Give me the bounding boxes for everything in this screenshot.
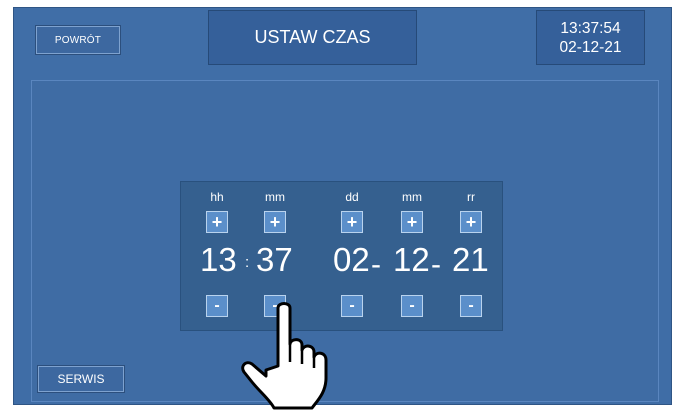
hours-increment-button[interactable]: + bbox=[206, 211, 228, 233]
date-separator-1: - bbox=[371, 248, 381, 281]
hours-decrement-button[interactable]: - bbox=[206, 295, 228, 317]
time-separator: : bbox=[245, 254, 250, 271]
clock-display: 13:37:54 02-12-21 bbox=[536, 10, 645, 65]
hours-value: 13 bbox=[200, 241, 237, 278]
year-decrement-button[interactable]: - bbox=[460, 295, 482, 317]
page-title: USTAW CZAS bbox=[208, 10, 417, 65]
hand-pointer-icon bbox=[241, 302, 328, 410]
clock-date: 02-12-21 bbox=[559, 38, 622, 56]
back-button[interactable]: POWRÓT bbox=[36, 26, 120, 54]
minutes-value: 37 bbox=[256, 241, 293, 278]
label-minutes: mm bbox=[265, 190, 285, 204]
page-title-text: USTAW CZAS bbox=[254, 27, 371, 47]
label-hours: hh bbox=[210, 190, 224, 204]
date-separator-2: - bbox=[431, 248, 441, 281]
year-increment-button[interactable]: + bbox=[460, 211, 482, 233]
label-year: rr bbox=[467, 190, 475, 204]
minutes-increment-button[interactable]: + bbox=[264, 211, 286, 233]
clock-time: 13:37:54 bbox=[560, 19, 621, 37]
day-decrement-button[interactable]: - bbox=[341, 295, 363, 317]
day-value: 02 bbox=[333, 241, 370, 278]
label-month: mm bbox=[402, 190, 422, 204]
month-value: 12 bbox=[393, 241, 430, 278]
label-day: dd bbox=[345, 190, 359, 204]
service-button[interactable]: SERWIS bbox=[38, 366, 124, 392]
time-set-panel: hh mm dd mm rr + + + + + 13 : 37 02 - 12… bbox=[180, 181, 503, 331]
month-decrement-button[interactable]: - bbox=[401, 295, 423, 317]
day-increment-button[interactable]: + bbox=[341, 211, 363, 233]
month-increment-button[interactable]: + bbox=[401, 211, 423, 233]
year-value: 21 bbox=[452, 241, 489, 278]
